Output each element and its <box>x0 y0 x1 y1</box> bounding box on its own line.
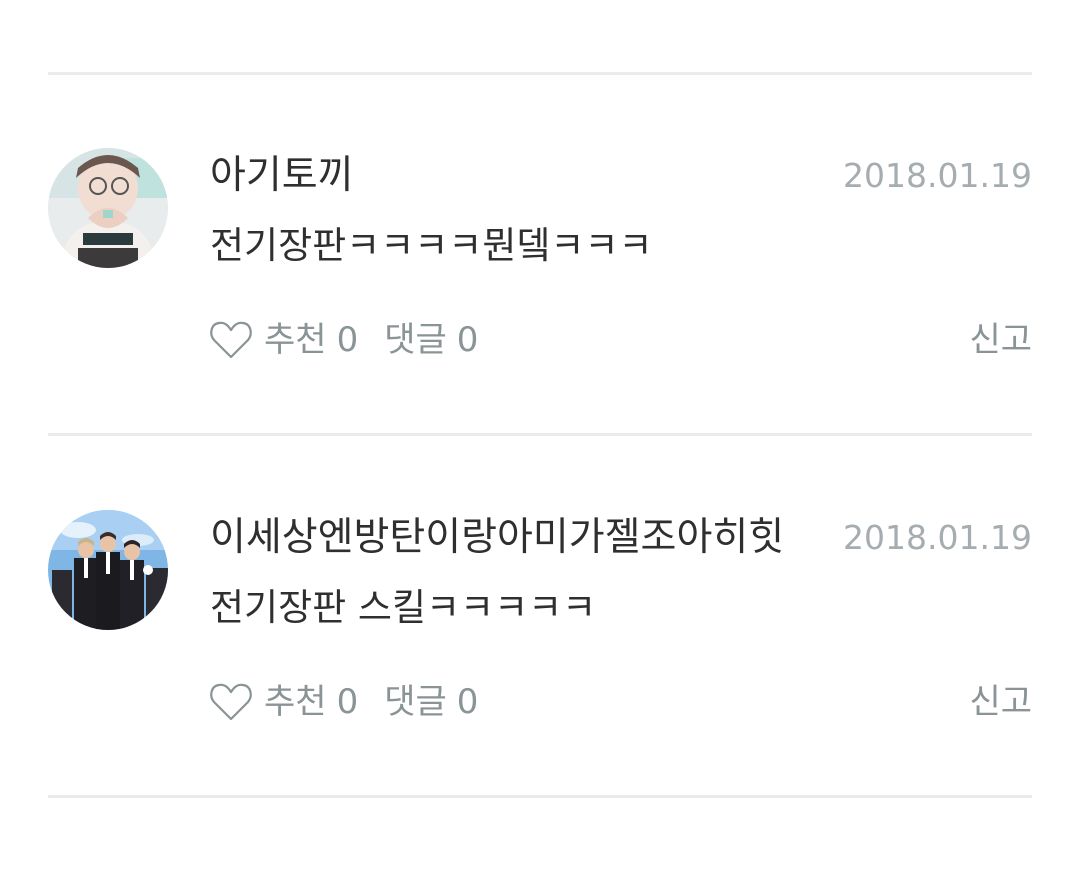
username[interactable]: 이세상엔방탄이랑아미가젤조아히힛 <box>210 514 784 562</box>
reply-button[interactable]: 댓글 0 <box>384 678 478 726</box>
divider <box>48 72 1032 75</box>
comment-actions: 추천 0 댓글 0 <box>208 678 478 726</box>
comment-text: 전기장판 스킬ㅋㅋㅋㅋㅋ <box>210 586 597 629</box>
heart-outline-icon <box>210 683 252 721</box>
heart-outline-icon <box>210 321 252 359</box>
reply-label: 댓글 <box>384 682 447 722</box>
reply-count: 0 <box>456 320 479 360</box>
like-button[interactable]: 추천 0 <box>208 316 358 364</box>
like-button[interactable]: 추천 0 <box>208 678 358 726</box>
comment-actions: 추천 0 댓글 0 <box>208 316 478 364</box>
report-button[interactable]: 신고 <box>969 316 1032 364</box>
reply-label: 댓글 <box>384 320 447 360</box>
like-count: 0 <box>336 682 359 722</box>
comment-item: 이세상엔방탄이랑아미가젤조아히힛 2018.01.19 전기장판 스킬ㅋㅋㅋㅋㅋ… <box>0 510 1080 870</box>
reply-button[interactable]: 댓글 0 <box>384 316 478 364</box>
avatar[interactable] <box>48 510 168 630</box>
avatar[interactable] <box>48 148 168 268</box>
like-count: 0 <box>336 320 359 360</box>
report-button[interactable]: 신고 <box>969 678 1032 726</box>
comment-date: 2018.01.19 <box>843 518 1032 557</box>
comment-text: 전기장판ㅋㅋㅋㅋ뭔뎈ㅋㅋㅋ <box>210 224 653 267</box>
divider <box>48 795 1032 798</box>
username[interactable]: 아기토끼 <box>210 152 354 200</box>
like-label: 추천 <box>264 320 327 360</box>
like-label: 추천 <box>264 682 327 722</box>
divider <box>48 433 1032 436</box>
reply-count: 0 <box>456 682 479 722</box>
comment-date: 2018.01.19 <box>843 156 1032 195</box>
comment-item: 아기토끼 2018.01.19 전기장판ㅋㅋㅋㅋ뭔뎈ㅋㅋㅋ 추천 0 댓글 0 … <box>0 148 1080 508</box>
